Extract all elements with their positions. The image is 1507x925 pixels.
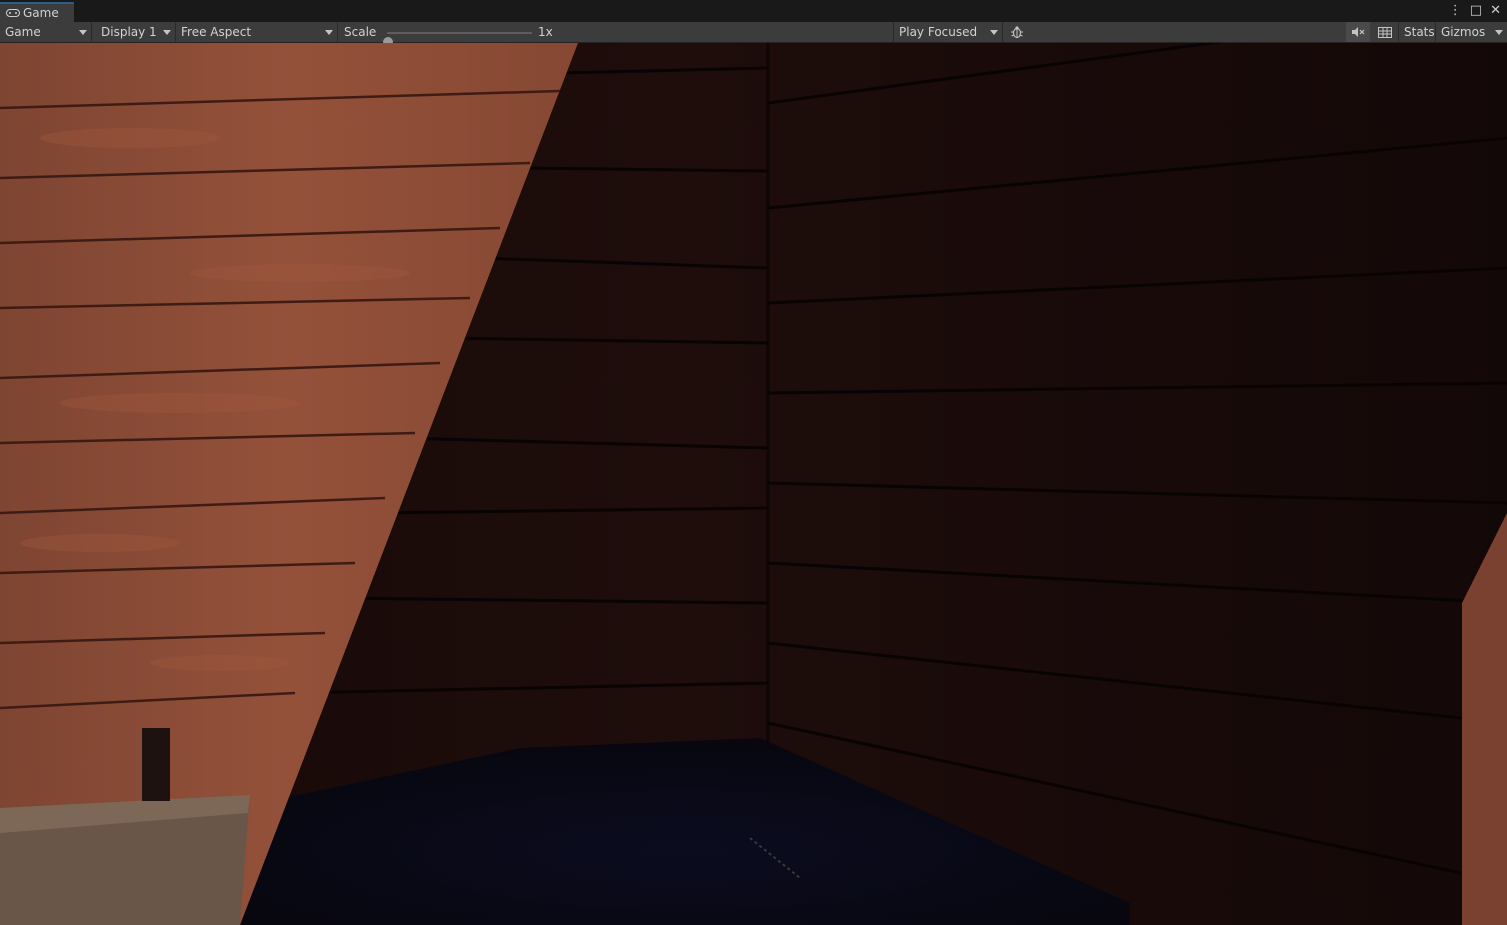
- stats-label: Stats: [1404, 25, 1435, 39]
- aspect-dropdown[interactable]: Free Aspect: [176, 22, 338, 42]
- mute-audio-icon[interactable]: [1346, 22, 1370, 42]
- tab-bar: Game ⋮ □ ✕: [0, 0, 1507, 22]
- scale-slider[interactable]: [383, 32, 532, 47]
- gizmos-dropdown[interactable]: Gizmos: [1436, 22, 1507, 42]
- wooden-post: [142, 728, 170, 801]
- frame-debugger-icon[interactable]: [1374, 22, 1396, 42]
- play-mode-dropdown[interactable]: Play Focused: [893, 22, 1003, 42]
- maximize-icon[interactable]: □: [1470, 3, 1482, 18]
- scale-value-text: 1x: [538, 25, 553, 39]
- chevron-down-icon: [1495, 30, 1503, 35]
- display-label: Display 1: [101, 25, 157, 39]
- bug-icon[interactable]: [1006, 22, 1028, 42]
- game-viewport[interactable]: [0, 43, 1507, 925]
- chevron-down-icon: [990, 30, 998, 35]
- game-render: [0, 43, 1507, 925]
- window-controls: ⋮ □ ✕: [1449, 3, 1501, 18]
- stats-button[interactable]: Stats: [1398, 22, 1436, 42]
- chevron-down-icon: [325, 30, 333, 35]
- scale-label: Scale: [344, 25, 377, 39]
- play-mode-label: Play Focused: [899, 25, 978, 39]
- gizmos-label: Gizmos: [1441, 25, 1486, 39]
- more-options-icon[interactable]: ⋮: [1449, 3, 1462, 18]
- chevron-down-icon: [163, 30, 171, 35]
- tab-title: Game: [23, 6, 59, 20]
- view-mode-dropdown[interactable]: Game: [0, 22, 92, 42]
- game-toolbar: Game Display 1 Free Aspect Scale 1x Play…: [0, 22, 1507, 47]
- tab-game[interactable]: Game: [0, 2, 74, 22]
- chevron-down-icon: [79, 30, 87, 35]
- display-dropdown[interactable]: Display 1: [96, 22, 176, 42]
- gamepad-icon: [6, 9, 20, 17]
- aspect-label: Free Aspect: [181, 25, 252, 39]
- scale-value: 1x: [533, 22, 563, 42]
- close-icon[interactable]: ✕: [1490, 3, 1501, 18]
- view-mode-label: Game: [5, 25, 41, 39]
